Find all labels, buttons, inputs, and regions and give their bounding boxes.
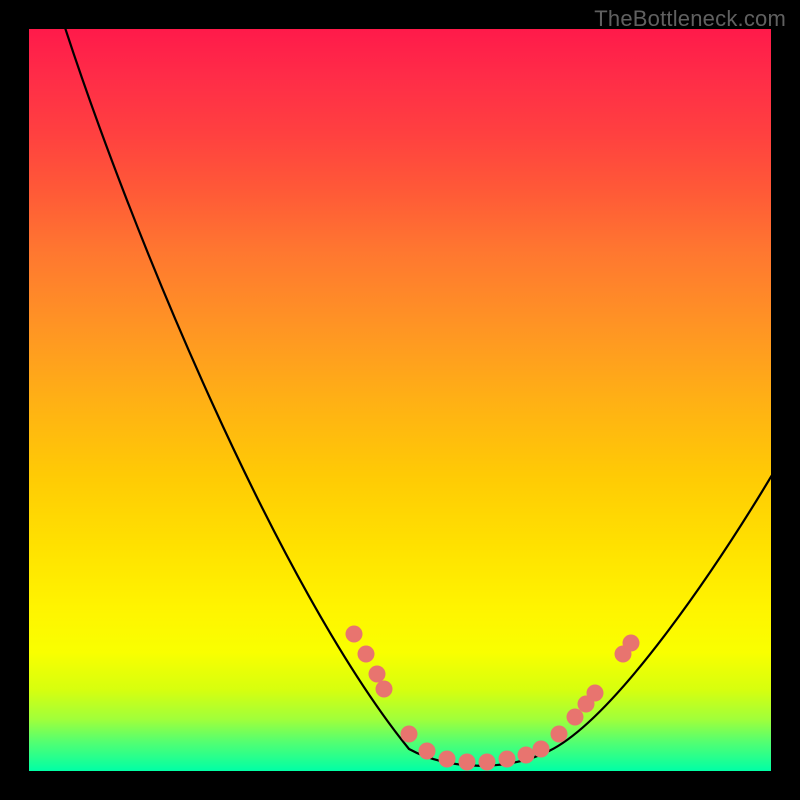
marker-group bbox=[346, 626, 640, 771]
marker-point bbox=[587, 685, 604, 702]
marker-point bbox=[499, 751, 516, 768]
bottleneck-curve bbox=[59, 29, 771, 766]
marker-point bbox=[358, 646, 375, 663]
marker-point bbox=[479, 754, 496, 771]
marker-point bbox=[419, 743, 436, 760]
plot-area bbox=[29, 29, 771, 771]
marker-point bbox=[533, 741, 550, 758]
marker-point bbox=[369, 666, 386, 683]
marker-point bbox=[623, 635, 640, 652]
marker-point bbox=[459, 754, 476, 771]
marker-point bbox=[567, 709, 584, 726]
watermark-text: TheBottleneck.com bbox=[594, 6, 786, 32]
chart-svg bbox=[29, 29, 771, 771]
marker-point bbox=[346, 626, 363, 643]
marker-point bbox=[401, 726, 418, 743]
marker-point bbox=[439, 751, 456, 768]
marker-point bbox=[551, 726, 568, 743]
marker-point bbox=[518, 747, 535, 764]
marker-point bbox=[376, 681, 393, 698]
